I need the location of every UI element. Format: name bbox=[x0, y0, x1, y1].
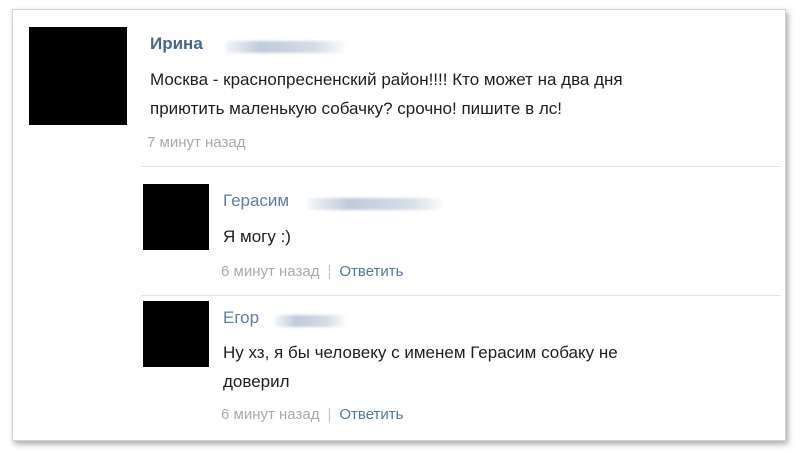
reply-link[interactable]: Ответить bbox=[339, 406, 403, 423]
blurred-surname bbox=[308, 198, 443, 210]
post-text-line-1: Москва - краснопресненский район!!!! Кто… bbox=[150, 70, 623, 89]
post-text-line-2: приютить маленькую собачку? срочно! пиши… bbox=[150, 99, 562, 118]
comment-text-line-1: Ну хз, я бы человеку с именем Герасим со… bbox=[223, 343, 618, 362]
comment-author-name[interactable]: Егор bbox=[223, 308, 259, 328]
meta-separator: | bbox=[327, 406, 332, 423]
comment-meta: 6 минут назад | Ответить bbox=[221, 263, 403, 280]
comment-timestamp[interactable]: 6 минут назад bbox=[221, 263, 319, 280]
comment-text-line-1: Я могу :) bbox=[223, 227, 291, 246]
comment-author-name[interactable]: Герасим bbox=[223, 191, 289, 211]
blurred-surname bbox=[275, 315, 345, 327]
comment-text-line-2: доверил bbox=[223, 372, 290, 391]
comment-thread: Ирина Москва - краснопресненский район!!… bbox=[12, 9, 786, 441]
post-author-name[interactable]: Ирина bbox=[150, 34, 203, 54]
comment-meta: 6 минут назад | Ответить bbox=[221, 406, 403, 423]
post-timestamp[interactable]: 7 минут назад bbox=[147, 134, 245, 151]
blurred-surname bbox=[225, 41, 345, 53]
avatar-egor[interactable] bbox=[143, 301, 209, 367]
avatar-gerasim[interactable] bbox=[143, 184, 209, 250]
meta-separator: | bbox=[327, 263, 332, 280]
comment-timestamp[interactable]: 6 минут назад bbox=[221, 406, 319, 423]
divider bbox=[141, 295, 781, 296]
avatar-irina[interactable] bbox=[29, 27, 127, 125]
reply-link[interactable]: Ответить bbox=[339, 263, 403, 280]
divider bbox=[141, 166, 781, 167]
